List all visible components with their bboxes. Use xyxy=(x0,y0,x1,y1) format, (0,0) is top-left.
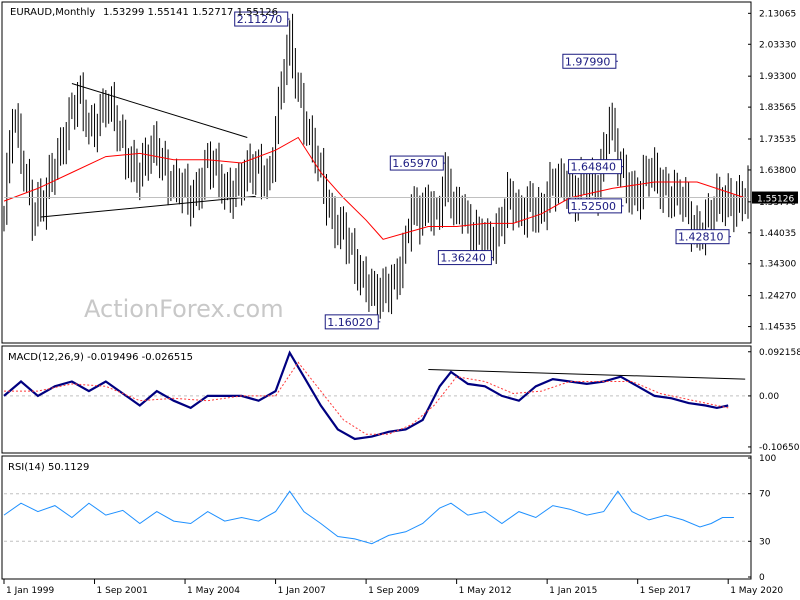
rsi-panel[interactable] xyxy=(1,455,752,580)
y-tick-label: 1.44035 xyxy=(759,229,796,239)
y-tick-label: 0.00 xyxy=(759,392,779,402)
y-tick-label: -0.106503 xyxy=(759,443,800,453)
x-tick-label: 1 May 2004 xyxy=(187,586,240,596)
x-tick-label: 1 Sep 2009 xyxy=(368,586,420,596)
price-panel-title: EURAUD,Monthly xyxy=(10,7,95,18)
last-price-label: 1.55126 xyxy=(757,195,794,205)
annotation-label: 1.42810 xyxy=(678,231,724,244)
x-tick-label: 1 Jan 1999 xyxy=(6,586,54,596)
y-tick-label: 2.13065 xyxy=(759,9,796,19)
price-ohlc-readout: 1.53299 1.55141 1.52717 1.55126 xyxy=(103,7,278,18)
y-tick-label: 0 xyxy=(759,573,765,583)
annotation-label: 1.52500 xyxy=(571,200,617,213)
y-tick-label: 1.83565 xyxy=(759,103,796,113)
y-tick-label: 1.24270 xyxy=(759,292,796,302)
y-tick-label: 30 xyxy=(759,537,771,547)
chart-canvas[interactable]: 2.112701.979901.65970 1.648401.525001.428… xyxy=(0,0,800,600)
y-tick-label: 1.93300 xyxy=(759,72,796,82)
annotation-label: 1.16020 xyxy=(327,316,373,329)
y-tick-label: 1.34300 xyxy=(759,260,796,270)
y-tick-label: 100 xyxy=(759,454,776,464)
macd-panel-title: MACD(12,26,9) -0.019496 -0.026515 xyxy=(8,352,193,363)
y-tick-label: 70 xyxy=(759,490,771,500)
y-tick-label: 1.73535 xyxy=(759,135,796,145)
y-tick-label: 0.092158 xyxy=(759,348,800,358)
y-tick-label: 2.03330 xyxy=(759,40,796,50)
annotation-label: 1.36240 xyxy=(440,252,486,265)
x-tick-label: 1 May 2020 xyxy=(730,586,783,596)
x-tick-label: 1 Sep 2017 xyxy=(640,586,691,596)
annotation-label: 1.97990 xyxy=(565,55,611,68)
x-tick-label: 1 Jan 2007 xyxy=(278,586,326,596)
rsi-panel-title: RSI(14) 50.1129 xyxy=(8,462,89,473)
x-tick-label: 1 May 2012 xyxy=(459,586,512,596)
annotation-label: 1.65970 xyxy=(392,157,438,170)
y-tick-label: 1.63800 xyxy=(759,166,796,176)
x-tick-label: 1 Jan 2015 xyxy=(549,586,597,596)
annotation-label: 1.64840 xyxy=(571,161,617,174)
x-tick-label: 1 Sep 2001 xyxy=(97,586,148,596)
y-tick-label: 1.14535 xyxy=(759,323,796,333)
watermark: ActionForex.com xyxy=(84,295,284,323)
price-panel[interactable] xyxy=(1,1,752,344)
